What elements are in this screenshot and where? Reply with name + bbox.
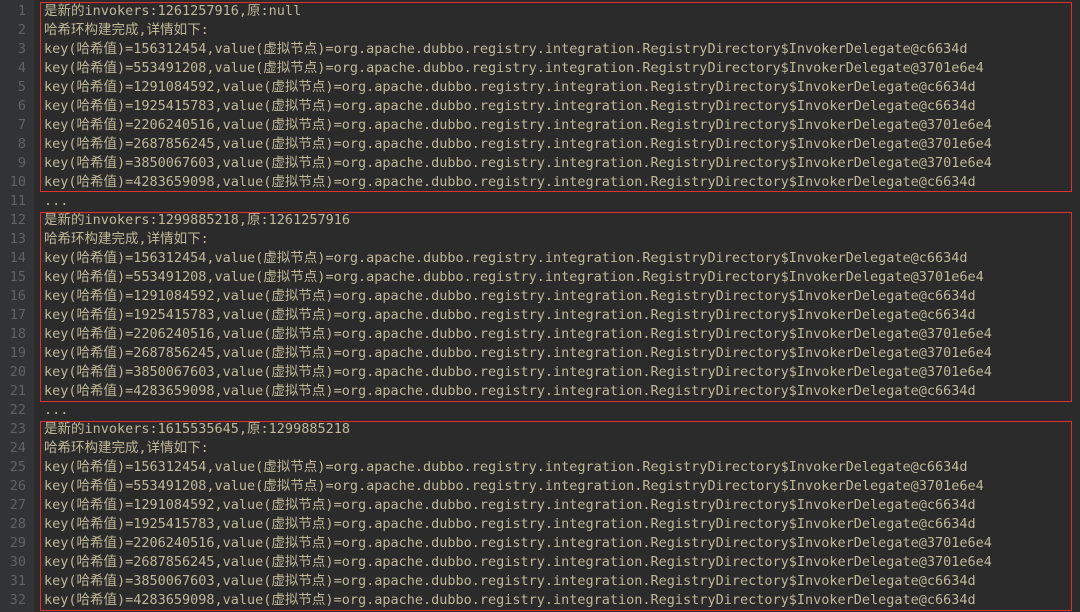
line-number: 7 (0, 116, 26, 135)
code-line: ... (40, 192, 1080, 211)
code-line: key(哈希值)=2687856245,value(虚拟节点)=org.apac… (40, 553, 1080, 572)
code-line: 哈希环构建完成,详情如下: (40, 21, 1080, 40)
line-number: 16 (0, 287, 26, 306)
line-number: 10 (0, 173, 26, 192)
code-line: key(哈希值)=3850067603,value(虚拟节点)=org.apac… (40, 154, 1080, 173)
code-content[interactable]: 是新的invokers:1261257916,原:null哈希环构建完成,详情如… (34, 0, 1080, 612)
line-number: 19 (0, 344, 26, 363)
line-number: 18 (0, 325, 26, 344)
line-number: 31 (0, 572, 26, 591)
code-line: 是新的invokers:1261257916,原:null (40, 2, 1080, 21)
code-line: key(哈希值)=156312454,value(虚拟节点)=org.apach… (40, 249, 1080, 268)
code-line: key(哈希值)=3850067603,value(虚拟节点)=org.apac… (40, 363, 1080, 382)
line-number: 12 (0, 211, 26, 230)
line-number: 17 (0, 306, 26, 325)
line-number: 11 (0, 192, 26, 211)
line-number: 27 (0, 496, 26, 515)
code-line: key(哈希值)=4283659098,value(虚拟节点)=org.apac… (40, 382, 1080, 401)
line-number: 13 (0, 230, 26, 249)
code-line: key(哈希值)=156312454,value(虚拟节点)=org.apach… (40, 40, 1080, 59)
line-number: 1 (0, 2, 26, 21)
code-line: key(哈希值)=1291084592,value(虚拟节点)=org.apac… (40, 287, 1080, 306)
code-line: key(哈希值)=2206240516,value(虚拟节点)=org.apac… (40, 325, 1080, 344)
line-number: 3 (0, 40, 26, 59)
code-line: key(哈希值)=553491208,value(虚拟节点)=org.apach… (40, 268, 1080, 287)
line-number: 25 (0, 458, 26, 477)
line-number: 28 (0, 515, 26, 534)
line-number: 26 (0, 477, 26, 496)
code-line: 哈希环构建完成,详情如下: (40, 230, 1080, 249)
code-line: ... (40, 401, 1080, 420)
code-line: 哈希环构建完成,详情如下: (40, 439, 1080, 458)
code-line: 是新的invokers:1615535645,原:1299885218 (40, 420, 1080, 439)
line-number: 24 (0, 439, 26, 458)
code-line: key(哈希值)=156312454,value(虚拟节点)=org.apach… (40, 458, 1080, 477)
line-number: 22 (0, 401, 26, 420)
line-number: 32 (0, 591, 26, 610)
line-number: 9 (0, 154, 26, 173)
line-number: 21 (0, 382, 26, 401)
code-line: key(哈希值)=2206240516,value(虚拟节点)=org.apac… (40, 534, 1080, 553)
code-line: key(哈希值)=3850067603,value(虚拟节点)=org.apac… (40, 572, 1080, 591)
line-number: 2 (0, 21, 26, 40)
line-number: 29 (0, 534, 26, 553)
line-number: 8 (0, 135, 26, 154)
code-line: 是新的invokers:1299885218,原:1261257916 (40, 211, 1080, 230)
code-line: key(哈希值)=1925415783,value(虚拟节点)=org.apac… (40, 306, 1080, 325)
line-number: 30 (0, 553, 26, 572)
line-number: 20 (0, 363, 26, 382)
code-line: key(哈希值)=1291084592,value(虚拟节点)=org.apac… (40, 496, 1080, 515)
code-line: key(哈希值)=2206240516,value(虚拟节点)=org.apac… (40, 116, 1080, 135)
code-line: key(哈希值)=1925415783,value(虚拟节点)=org.apac… (40, 515, 1080, 534)
line-number: 23 (0, 420, 26, 439)
code-line: key(哈希值)=2687856245,value(虚拟节点)=org.apac… (40, 135, 1080, 154)
code-editor: 1234567891011121314151617181920212223242… (0, 0, 1080, 612)
code-line: key(哈希值)=1925415783,value(虚拟节点)=org.apac… (40, 97, 1080, 116)
line-number: 4 (0, 59, 26, 78)
code-line: key(哈希值)=4283659098,value(虚拟节点)=org.apac… (40, 591, 1080, 610)
line-number: 5 (0, 78, 26, 97)
code-line: key(哈希值)=4283659098,value(虚拟节点)=org.apac… (40, 173, 1080, 192)
line-number: 6 (0, 97, 26, 116)
code-line: key(哈希值)=1291084592,value(虚拟节点)=org.apac… (40, 78, 1080, 97)
line-number: 14 (0, 249, 26, 268)
code-line: key(哈希值)=553491208,value(虚拟节点)=org.apach… (40, 59, 1080, 78)
line-gutter: 1234567891011121314151617181920212223242… (0, 0, 34, 612)
code-line: key(哈希值)=2687856245,value(虚拟节点)=org.apac… (40, 344, 1080, 363)
line-number: 15 (0, 268, 26, 287)
code-line: key(哈希值)=553491208,value(虚拟节点)=org.apach… (40, 477, 1080, 496)
